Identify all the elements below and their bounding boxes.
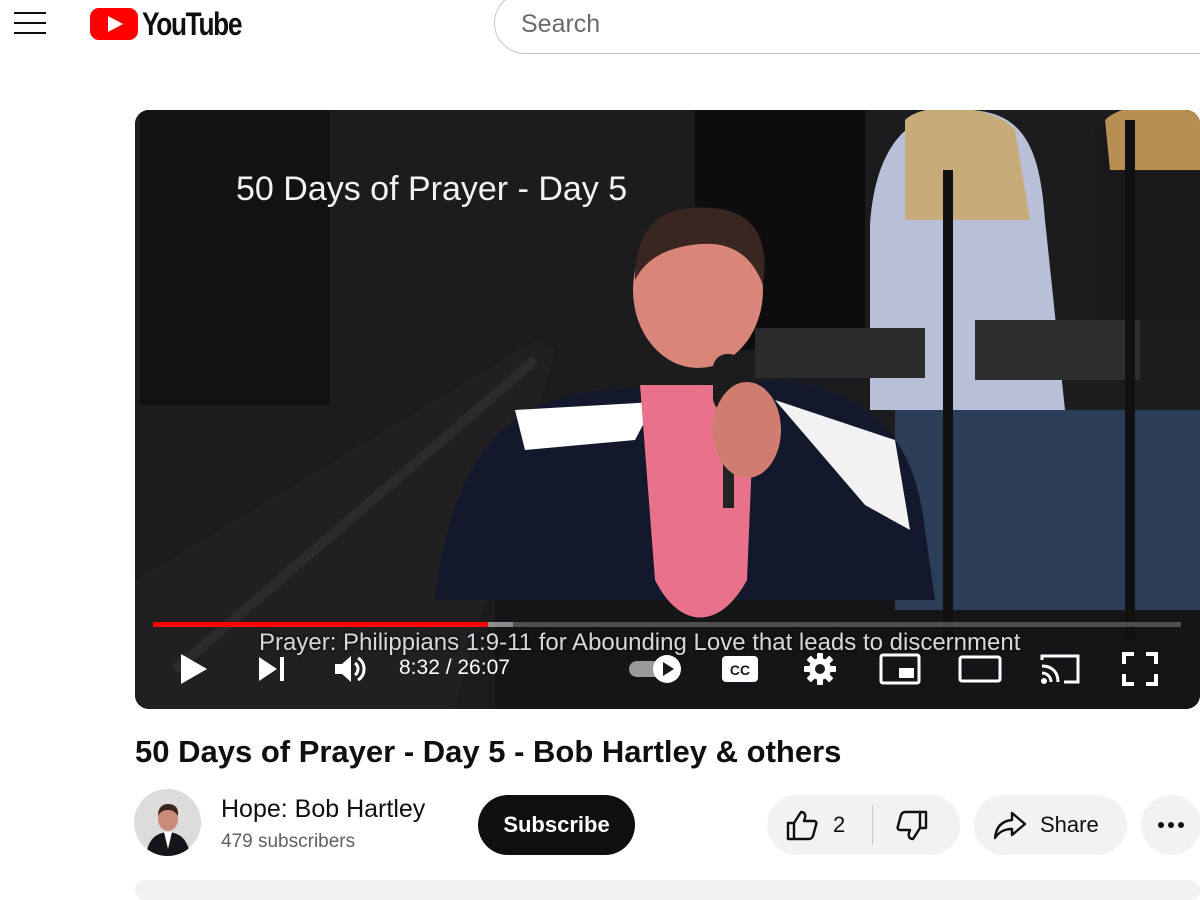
- description-box[interactable]: [135, 880, 1200, 900]
- menu-icon[interactable]: [14, 12, 46, 36]
- more-actions-button[interactable]: [1141, 795, 1200, 855]
- youtube-play-logo-icon: [90, 8, 138, 40]
- search-input[interactable]: [521, 9, 1121, 39]
- subscriber-count: 479 subscribers: [221, 831, 356, 852]
- progress-bar[interactable]: [153, 622, 1181, 627]
- video-player[interactable]: 50 Days of Prayer - Day 5 Prayer: Philip…: [135, 110, 1200, 709]
- video-overlay-title: 50 Days of Prayer - Day 5: [236, 170, 628, 208]
- svg-text:CC: CC: [730, 662, 750, 678]
- avatar-image: [134, 789, 201, 856]
- autoplay-toggle-icon[interactable]: [627, 653, 685, 685]
- settings-gear-icon[interactable]: [803, 652, 837, 686]
- share-button[interactable]: Share: [974, 795, 1127, 855]
- youtube-logo[interactable]: YouTube: [90, 5, 263, 42]
- channel-avatar[interactable]: [134, 789, 201, 856]
- dislike-button[interactable]: [873, 795, 960, 855]
- play-icon[interactable]: [179, 652, 209, 686]
- video-title: 50 Days of Prayer - Day 5 - Bob Hartley …: [135, 734, 842, 769]
- volume-icon[interactable]: [333, 653, 367, 685]
- fullscreen-icon[interactable]: [1122, 652, 1158, 686]
- share-arrow-icon: [993, 811, 1027, 840]
- cc-icon[interactable]: CC: [721, 653, 759, 685]
- miniplayer-icon[interactable]: [879, 653, 921, 685]
- channel-name[interactable]: Hope: Bob Hartley: [221, 795, 425, 824]
- thumbs-up-icon: [786, 810, 818, 841]
- next-icon[interactable]: [257, 654, 287, 684]
- like-dislike-group: 2: [767, 795, 960, 855]
- theater-icon[interactable]: [958, 655, 1002, 683]
- subscribe-button[interactable]: Subscribe: [478, 795, 635, 855]
- time-display: 8:32 / 26:07: [399, 656, 510, 679]
- share-label: Share: [1040, 812, 1099, 837]
- like-count: 2: [833, 812, 846, 837]
- progress-played: [153, 622, 489, 627]
- logo-text: YouTube: [142, 5, 242, 42]
- more-horizontal-icon: [1158, 822, 1184, 828]
- thumbs-down-icon: [896, 810, 928, 841]
- cast-icon[interactable]: [1038, 652, 1082, 686]
- like-button[interactable]: 2: [767, 795, 872, 855]
- search-box[interactable]: [494, 0, 1200, 54]
